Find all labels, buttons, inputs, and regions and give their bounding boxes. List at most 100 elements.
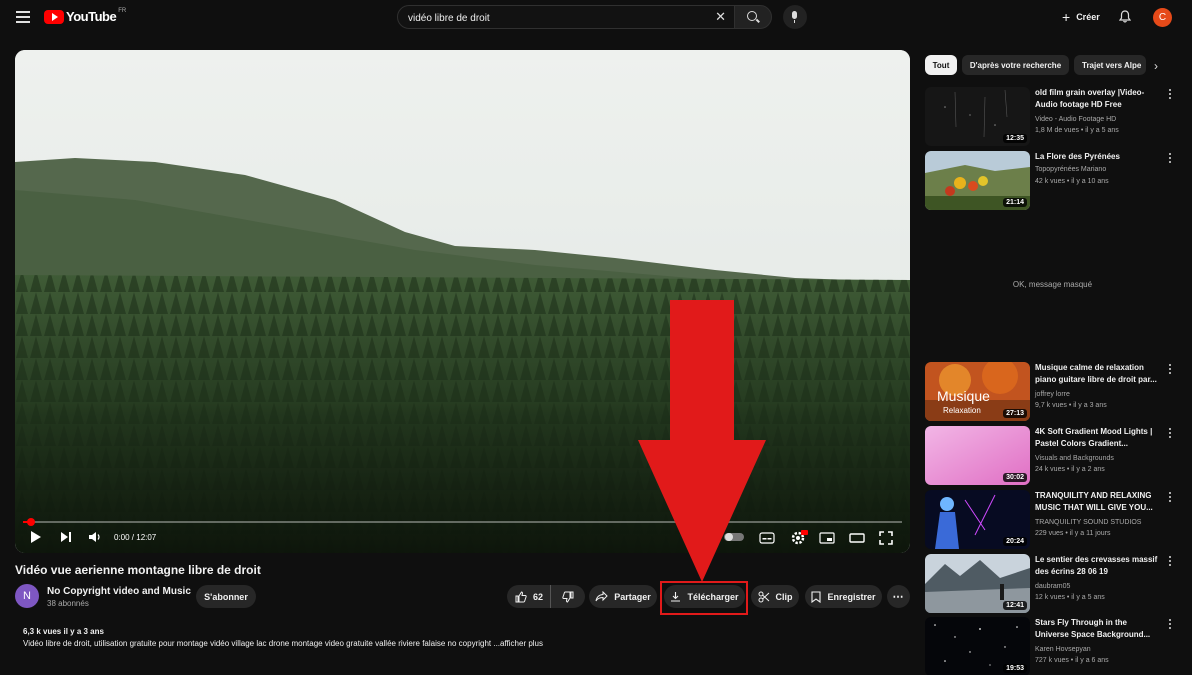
- thumbs-down-icon: [562, 591, 574, 603]
- recommended-video[interactable]: 12:35 old film grain overlay |Video-Audi…: [925, 87, 1180, 147]
- rec-channel[interactable]: Topopyrénées Mariano: [1035, 166, 1106, 173]
- clip-label: Clip: [775, 591, 793, 602]
- chip-label: Trajet vers Alpe: [1082, 60, 1142, 70]
- save-button[interactable]: Enregistrer: [805, 585, 882, 608]
- miniplayer-icon[interactable]: [819, 532, 835, 544]
- subscribe-label: S'abonner: [204, 591, 248, 602]
- rec-meta: 24 k vues • il y a 2 ans: [1035, 466, 1105, 473]
- logo-text: YouTube: [66, 9, 117, 24]
- create-label: Créer: [1076, 12, 1100, 22]
- notifications-bell-icon[interactable]: [1119, 10, 1131, 23]
- search-box: ✕: [397, 5, 735, 29]
- theater-mode-icon[interactable]: [849, 532, 865, 544]
- rec-title[interactable]: La Flore des Pyrénées: [1035, 151, 1163, 163]
- like-dislike-group: 62: [507, 585, 585, 608]
- play-icon[interactable]: [30, 530, 42, 544]
- rec-title[interactable]: Stars Fly Through in the Universe Space …: [1035, 617, 1163, 641]
- clear-search-icon[interactable]: ✕: [715, 9, 726, 25]
- more-vertical-icon[interactable]: [1168, 492, 1172, 504]
- next-video-icon[interactable]: [60, 530, 72, 544]
- rec-channel[interactable]: Video - Audio Footage HD: [1035, 116, 1116, 123]
- share-label: Partager: [614, 591, 651, 602]
- chip-all[interactable]: Tout: [925, 55, 957, 75]
- rec-title[interactable]: 4K Soft Gradient Mood Lights | Pastel Co…: [1035, 426, 1163, 450]
- menu-icon[interactable]: [16, 11, 30, 23]
- views-and-date: 6,3 k vues il y a 3 ans: [23, 627, 104, 636]
- rec-title[interactable]: Le sentier des crevasses massif des écri…: [1035, 554, 1163, 578]
- time-display: 0:00 / 12:07: [114, 533, 157, 542]
- search-input[interactable]: [408, 11, 708, 25]
- description-text: Vidéo libre de droit, utilisation gratui…: [23, 639, 544, 648]
- description-box[interactable]: 6,3 k vues il y a 3 ans Vidéo libre de d…: [15, 620, 910, 660]
- rec-title[interactable]: old film grain overlay |Video-Audio foot…: [1035, 87, 1163, 111]
- rec-channel[interactable]: daubram05: [1035, 583, 1070, 590]
- more-vertical-icon[interactable]: [1168, 364, 1172, 376]
- video-thumbnail[interactable]: 12:35: [925, 87, 1030, 146]
- video-thumbnail[interactable]: Musique Relaxation 27:13: [925, 362, 1030, 421]
- like-count: 62: [533, 591, 544, 602]
- more-vertical-icon[interactable]: [1168, 153, 1172, 165]
- more-actions-button[interactable]: ⋯: [887, 585, 910, 608]
- duration-badge: 20:24: [1003, 537, 1027, 546]
- duration-badge: 12:35: [1003, 134, 1027, 143]
- share-button[interactable]: Partager: [589, 585, 657, 608]
- recommended-video[interactable]: 21:14 La Flore des Pyrénées Topopyrénées…: [925, 151, 1180, 211]
- thumb-caption: Musique: [937, 388, 990, 404]
- rec-channel[interactable]: Karen Hovsepyan: [1035, 646, 1091, 653]
- duration-badge: 12:41: [1003, 601, 1027, 610]
- video-player[interactable]: 0:00 / 12:07: [15, 50, 910, 553]
- recommended-video[interactable]: 19:53 Stars Fly Through in the Universe …: [925, 617, 1180, 675]
- recommended-video[interactable]: 20:24 TRANQUILITY AND RELAXING MUSIC THA…: [925, 490, 1180, 550]
- duration-badge: 19:53: [1003, 664, 1027, 673]
- chip-trip[interactable]: Trajet vers Alpe: [1074, 55, 1146, 75]
- progress-bar[interactable]: [23, 518, 902, 526]
- video-title: Vidéo vue aerienne montagne libre de dro…: [15, 563, 261, 577]
- settings-gear-icon[interactable]: [790, 530, 808, 546]
- chip-search-related[interactable]: D'après votre recherche: [962, 55, 1069, 75]
- more-vertical-icon[interactable]: [1168, 89, 1172, 101]
- subscriber-count: 38 abonnés: [47, 599, 89, 608]
- video-thumbnail[interactable]: 12:41: [925, 554, 1030, 613]
- clip-button[interactable]: Clip: [751, 585, 799, 608]
- channel-name[interactable]: No Copyright video and Music: [47, 586, 191, 597]
- youtube-logo[interactable]: YouTube FR: [44, 8, 126, 24]
- video-thumbnail[interactable]: 21:14: [925, 151, 1030, 210]
- bookmark-icon: [811, 590, 822, 603]
- video-thumbnail[interactable]: 19:53: [925, 617, 1030, 675]
- create-button[interactable]: + Créer: [1052, 5, 1110, 29]
- duration-badge: 21:14: [1003, 198, 1027, 207]
- video-thumbnail[interactable]: 20:24: [925, 490, 1030, 549]
- more-vertical-icon[interactable]: [1168, 428, 1172, 440]
- rec-meta: 42 k vues • il y a 10 ans: [1035, 178, 1109, 185]
- recommended-video[interactable]: 12:41 Le sentier des crevasses massif de…: [925, 554, 1180, 614]
- video-thumbnail[interactable]: 30:02: [925, 426, 1030, 485]
- dislike-button[interactable]: [551, 585, 585, 608]
- volume-icon[interactable]: [88, 530, 102, 544]
- search-button[interactable]: [734, 5, 772, 29]
- rec-meta: 1,8 M de vues • il y a 5 ans: [1035, 127, 1119, 134]
- rec-meta: 9,7 k vues • il y a 3 ans: [1035, 402, 1107, 409]
- rec-title[interactable]: Musique calme de relaxation piano guitar…: [1035, 362, 1163, 386]
- rec-channel[interactable]: joffrey lorre: [1035, 391, 1070, 398]
- save-label: Enregistrer: [827, 591, 876, 602]
- like-button[interactable]: 62: [507, 585, 551, 608]
- more-vertical-icon[interactable]: [1168, 619, 1172, 631]
- subscribe-button[interactable]: S'abonner: [196, 585, 256, 608]
- account-avatar[interactable]: C: [1153, 8, 1172, 27]
- channel-avatar[interactable]: N: [15, 584, 39, 608]
- chip-label: D'après votre recherche: [969, 60, 1062, 70]
- rec-channel[interactable]: TRANQUILITY SOUND STUDIOS: [1035, 519, 1141, 526]
- video-frame-forest: [15, 50, 910, 553]
- fullscreen-icon[interactable]: [879, 531, 893, 545]
- voice-search-button[interactable]: [783, 5, 807, 29]
- more-vertical-icon[interactable]: [1168, 556, 1172, 568]
- thumbs-up-icon: [515, 590, 527, 602]
- progress-scrubber[interactable]: [27, 518, 35, 526]
- recommended-video[interactable]: Musique Relaxation 27:13 Musique calme d…: [925, 362, 1180, 422]
- rec-channel[interactable]: Visuals and Backgrounds: [1035, 455, 1114, 462]
- thumb-subcaption: Relaxation: [943, 406, 981, 415]
- recommended-video[interactable]: 30:02 4K Soft Gradient Mood Lights | Pas…: [925, 426, 1180, 486]
- hidden-video-message: OK, message masqué: [1012, 280, 1093, 289]
- chevron-right-icon[interactable]: ›: [1154, 59, 1166, 73]
- rec-title[interactable]: TRANQUILITY AND RELAXING MUSIC THAT WILL…: [1035, 490, 1163, 514]
